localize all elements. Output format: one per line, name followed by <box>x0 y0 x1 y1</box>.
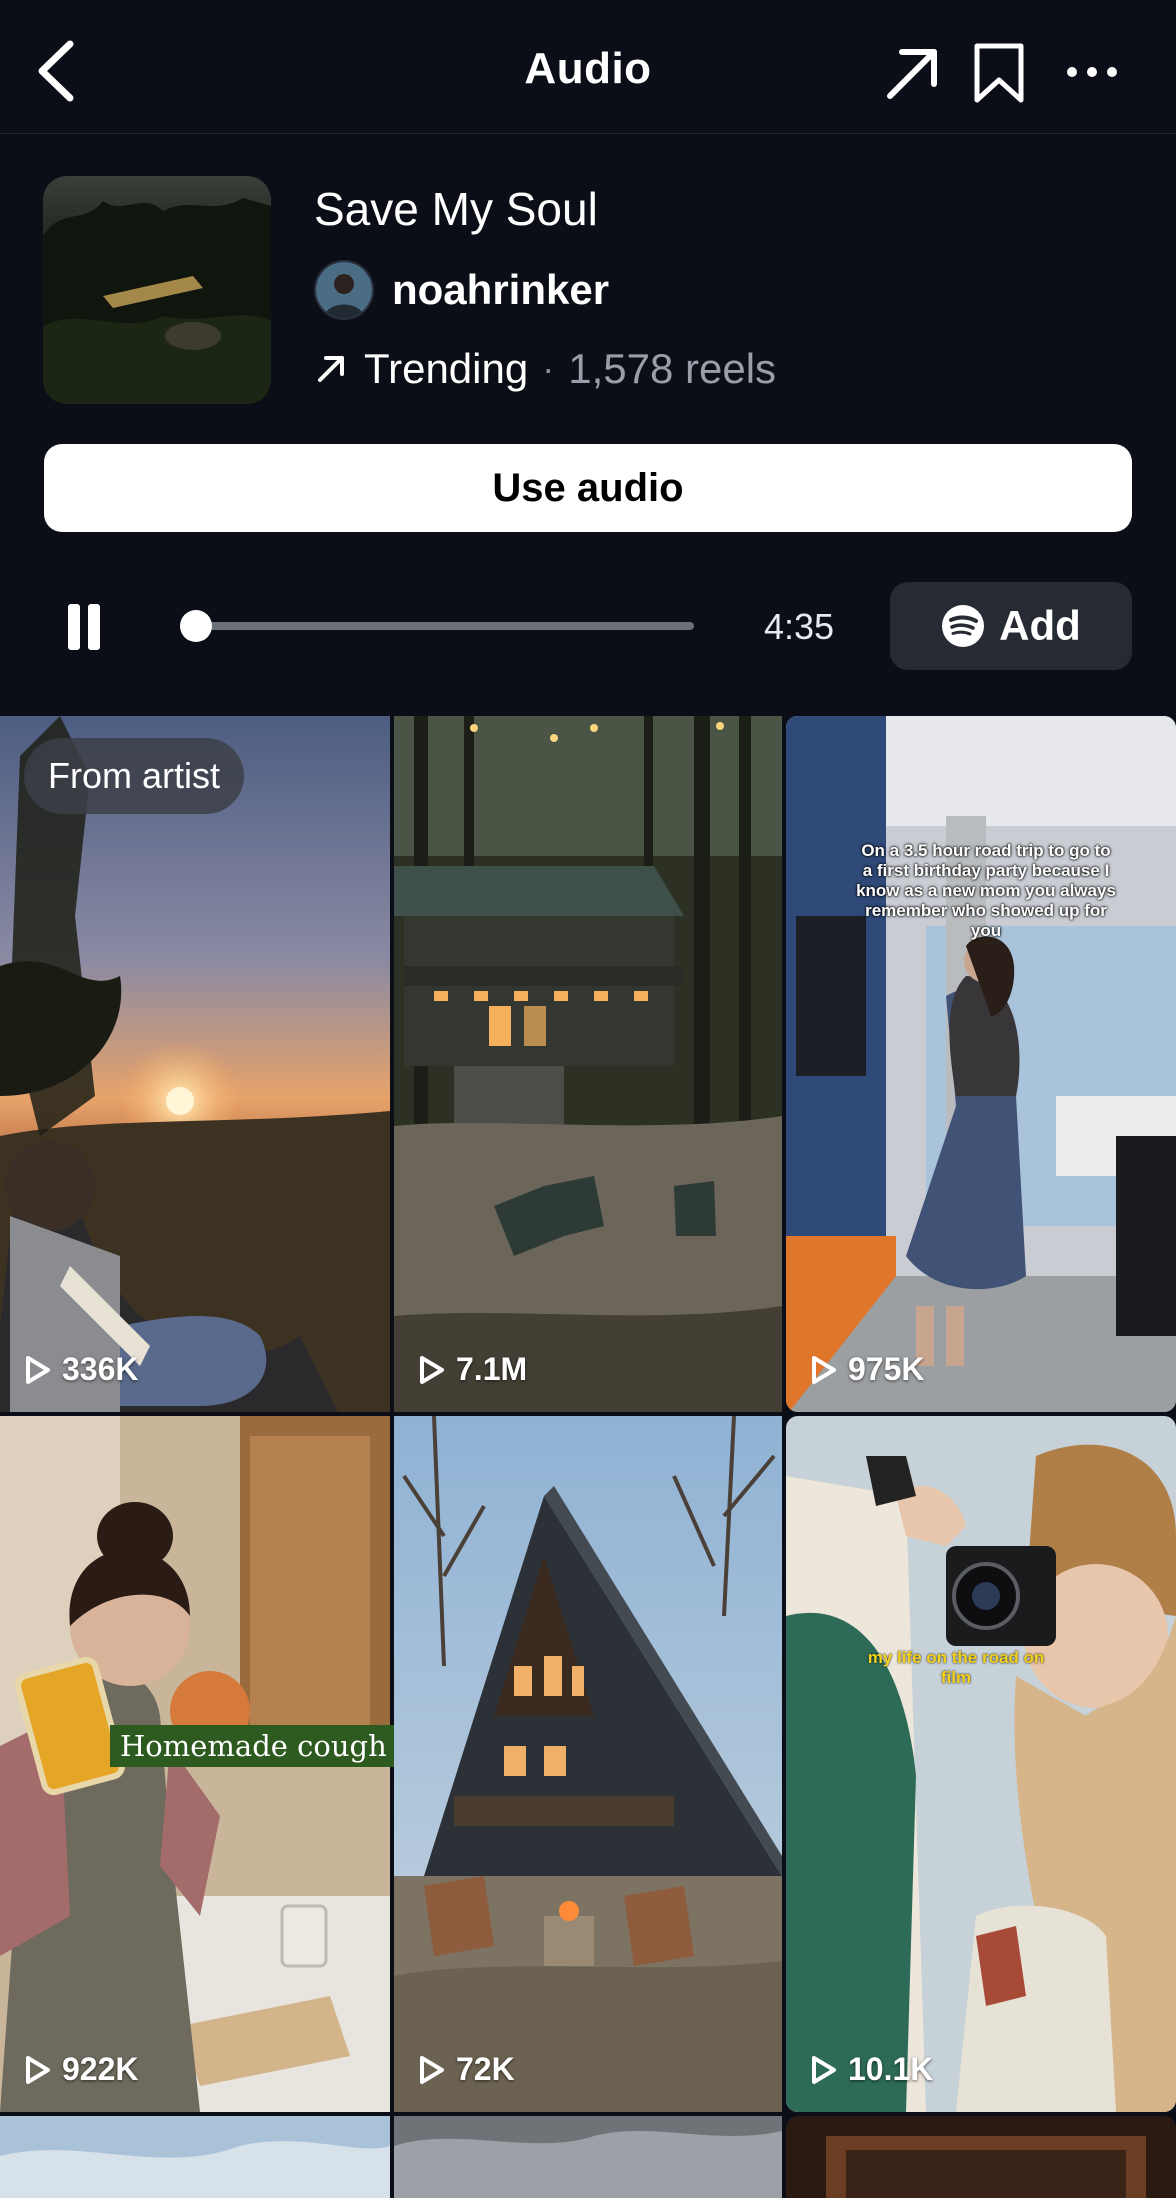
add-to-spotify-button[interactable]: Add <box>890 582 1132 670</box>
view-count: 336K <box>24 1351 139 1388</box>
from-artist-badge: From artist <box>24 738 245 814</box>
album-cover[interactable] <box>43 176 271 404</box>
view-count: 922K <box>24 2051 139 2088</box>
separator-dot: · <box>542 348 555 389</box>
artist-name[interactable]: noahrinker <box>392 266 609 314</box>
reel-tile[interactable]: 72K <box>394 1416 782 2112</box>
play-icon <box>420 2055 444 2084</box>
play-icon <box>812 1355 836 1384</box>
reel-tile[interactable] <box>786 2116 1176 2198</box>
view-count-value: 336K <box>62 1351 139 1387</box>
song-title: Save My Soul <box>314 183 598 235</box>
reel-caption-overlay: my life on the road on film <box>867 1648 1045 1687</box>
add-label: Add <box>999 602 1081 649</box>
reel-tile[interactable]: On a 3.5 hour road trip to go to a first… <box>786 716 1176 1412</box>
reel-tile[interactable]: my life on the road on film 10.1K <box>786 1416 1176 2112</box>
reel-count: 1,578 reels <box>568 345 777 392</box>
view-count-value: 7.1M <box>456 1351 528 1387</box>
bookmark-icon[interactable] <box>972 42 1026 104</box>
spotify-icon <box>942 605 985 647</box>
view-count: 10.1K <box>810 2051 933 2088</box>
play-icon <box>26 1355 50 1384</box>
view-count: 72K <box>418 2051 515 2088</box>
view-count: 975K <box>810 1351 925 1388</box>
trending-row: Trending · 1,578 reels <box>316 345 776 393</box>
duration-label: 4:35 <box>764 606 835 647</box>
reel-tile[interactable] <box>394 2116 782 2198</box>
more-horizontal-icon[interactable] <box>1062 52 1122 92</box>
view-count-value: 72K <box>456 2051 515 2087</box>
reel-caption-overlay: On a 3.5 hour road trip to go to a first… <box>856 841 1116 940</box>
view-count-value: 975K <box>848 1351 925 1387</box>
reels-grid: From artist 336K 7.1M On a 3.5 hour road… <box>0 716 1176 2198</box>
trending-arrow-icon <box>318 356 344 382</box>
progress-knob[interactable] <box>180 610 213 642</box>
play-icon <box>420 1355 444 1384</box>
view-count-value: 922K <box>62 2051 139 2087</box>
avatar[interactable] <box>314 260 374 320</box>
top-bar: Audio <box>0 0 1176 134</box>
play-icon <box>812 2055 836 2084</box>
trending-label: Trending <box>364 345 529 392</box>
share-arrow-icon[interactable] <box>884 46 940 102</box>
pause-icon[interactable] <box>64 604 104 650</box>
use-audio-button[interactable]: Use audio <box>44 444 1132 532</box>
reel-tile[interactable] <box>0 2116 390 2198</box>
view-count-value: 10.1K <box>848 2051 934 2087</box>
reel-tile[interactable]: From artist 336K <box>0 716 390 1412</box>
progress-track[interactable] <box>186 622 694 630</box>
view-count: 7.1M <box>418 1351 527 1388</box>
play-icon <box>26 2055 50 2084</box>
artist-link[interactable]: noahrinker <box>314 258 609 322</box>
reel-tile[interactable]: 7.1M <box>394 716 782 1412</box>
